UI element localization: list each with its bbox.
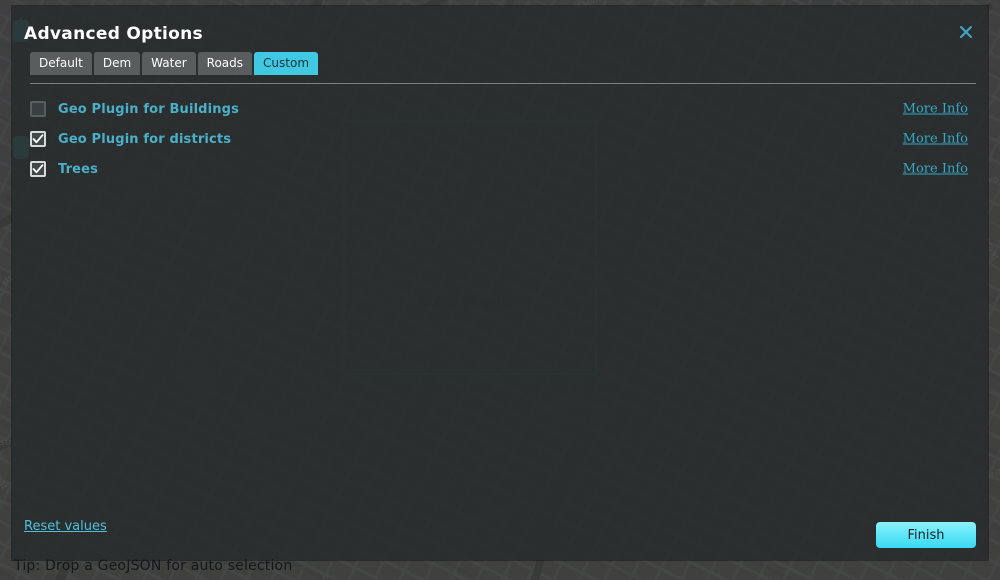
option-label: Geo Plugin for districts (58, 131, 232, 147)
checkbox-checked[interactable] (30, 131, 46, 147)
close-icon (960, 26, 972, 38)
tab-default[interactable]: Default (30, 52, 92, 75)
options-list: Geo Plugin for Buildings More Info Geo Plu… (30, 94, 976, 184)
finish-button[interactable]: Finish (876, 522, 976, 548)
check-icon (32, 134, 44, 144)
option-row: Geo Plugin for Buildings More Info (30, 94, 976, 124)
checkbox-checked[interactable] (30, 161, 46, 177)
tab-roads[interactable]: Roads (197, 52, 253, 75)
checkbox-unchecked[interactable] (30, 101, 46, 117)
option-row: Trees More Info (30, 154, 976, 184)
option-row: Geo Plugin for districts More Info (30, 124, 976, 154)
option-label: Trees (58, 161, 98, 177)
page-title: Advanced Options (24, 24, 203, 44)
more-info-link[interactable]: More Info (903, 102, 968, 117)
tab-dem[interactable]: Dem (93, 52, 141, 75)
tab-divider (30, 83, 976, 84)
advanced-options-dialog: Advanced Options Default Dem Water Roads Cus… (12, 6, 988, 560)
app-window: Zuid-HollandlaanBoslaanBoorlaanKoningska… (0, 0, 1000, 580)
tab-water[interactable]: Water (142, 52, 196, 75)
tab-bar: Default Dem Water Roads Custom (30, 52, 319, 75)
check-icon (32, 164, 44, 174)
tip-text: Tip: Drop a GeoJSON for auto selection (14, 558, 293, 574)
more-info-link[interactable]: More Info (903, 132, 968, 147)
more-info-link[interactable]: More Info (903, 162, 968, 177)
option-label: Geo Plugin for Buildings (58, 101, 239, 117)
close-button[interactable] (952, 19, 980, 45)
tab-custom[interactable]: Custom (254, 52, 319, 75)
reset-values-link[interactable]: Reset values (24, 519, 107, 534)
